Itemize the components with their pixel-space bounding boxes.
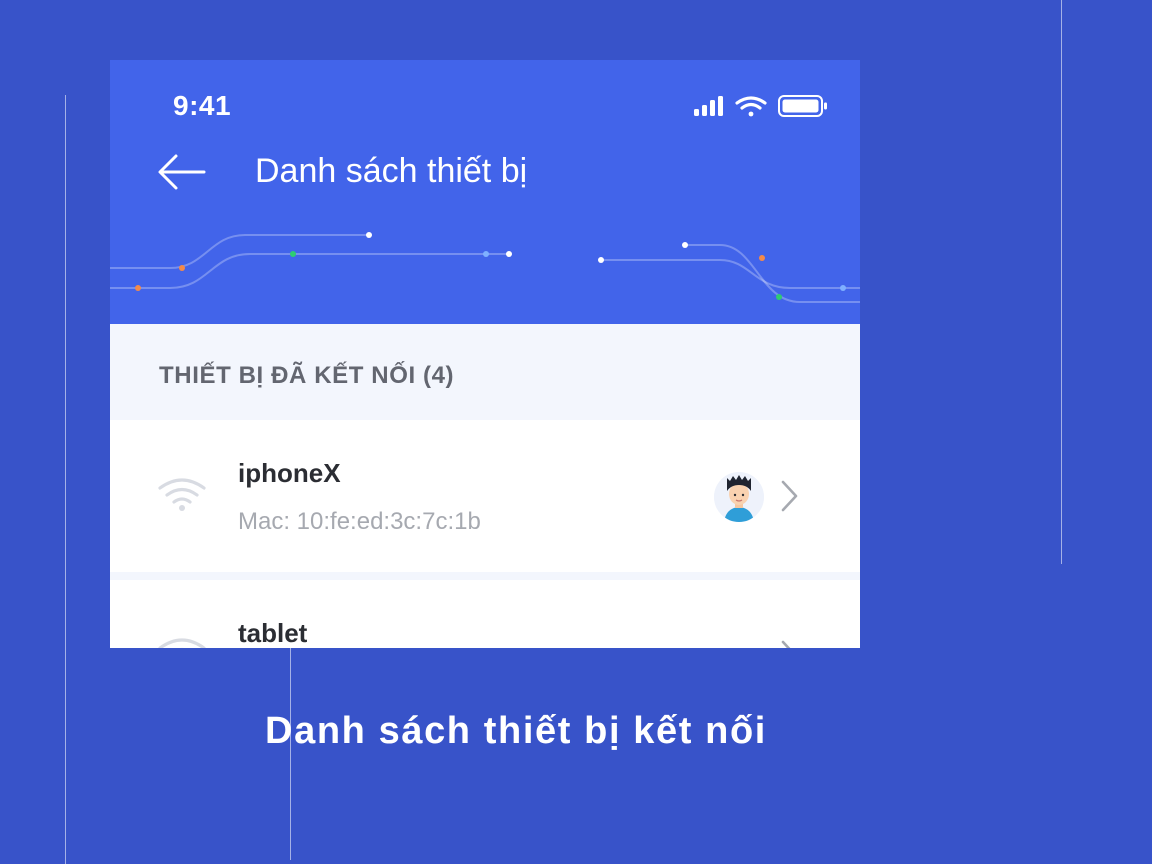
- device-name: tablet: [238, 618, 308, 648]
- circuit-dot: [483, 251, 489, 257]
- page-title: Danh sách thiết bị: [255, 152, 528, 190]
- back-button[interactable]: [156, 150, 208, 194]
- guide-line-right: [1061, 0, 1062, 564]
- circuit-decoration: [110, 232, 860, 303]
- phone-screen: 9:41 Danh sách thiết bị THIẾT BỊ ĐÃ KẾT …: [110, 60, 860, 648]
- avatar: [714, 472, 764, 522]
- circuit-dot: [366, 232, 372, 238]
- device-row[interactable]: tablet: [110, 580, 860, 648]
- arrow-left-icon: [158, 154, 206, 190]
- circuit-dot: [598, 257, 604, 263]
- wifi-icon: [735, 96, 767, 117]
- app-header: 9:41 Danh sách thiết bị: [110, 60, 860, 324]
- section-title: THIẾT BỊ ĐÃ KẾT NỐI (4): [159, 362, 455, 389]
- cellular-signal-icon: [694, 96, 723, 116]
- circuit-dot: [759, 255, 765, 261]
- battery-icon: [778, 95, 827, 117]
- caption: Danh sách thiết bị kết nối: [265, 710, 767, 752]
- circuit-dot: [776, 294, 782, 300]
- circuit-dot: [135, 285, 141, 291]
- device-mac: Mac: 10:fe:ed:3c:7c:1b: [238, 508, 481, 535]
- circuit-dot: [682, 242, 688, 248]
- row-divider: [110, 572, 860, 580]
- status-time: 9:41: [173, 90, 232, 121]
- guide-line-middle: [290, 648, 291, 860]
- chevron-right-icon: [781, 480, 798, 512]
- section-header: THIẾT BỊ ĐÃ KẾT NỐI (4): [110, 324, 860, 420]
- circuit-dot: [290, 251, 296, 257]
- status-icons: [694, 95, 827, 117]
- circuit-dot: [506, 251, 512, 257]
- wifi-icon: [158, 478, 206, 511]
- circuit-dot: [840, 285, 846, 291]
- wifi-icon: [158, 638, 206, 648]
- device-row[interactable]: iphoneX Mac: 10:fe:ed:3c:7c:1b: [110, 420, 860, 572]
- chevron-right-icon: [781, 640, 791, 648]
- device-name: iphoneX: [238, 458, 341, 488]
- circuit-dot: [179, 265, 185, 271]
